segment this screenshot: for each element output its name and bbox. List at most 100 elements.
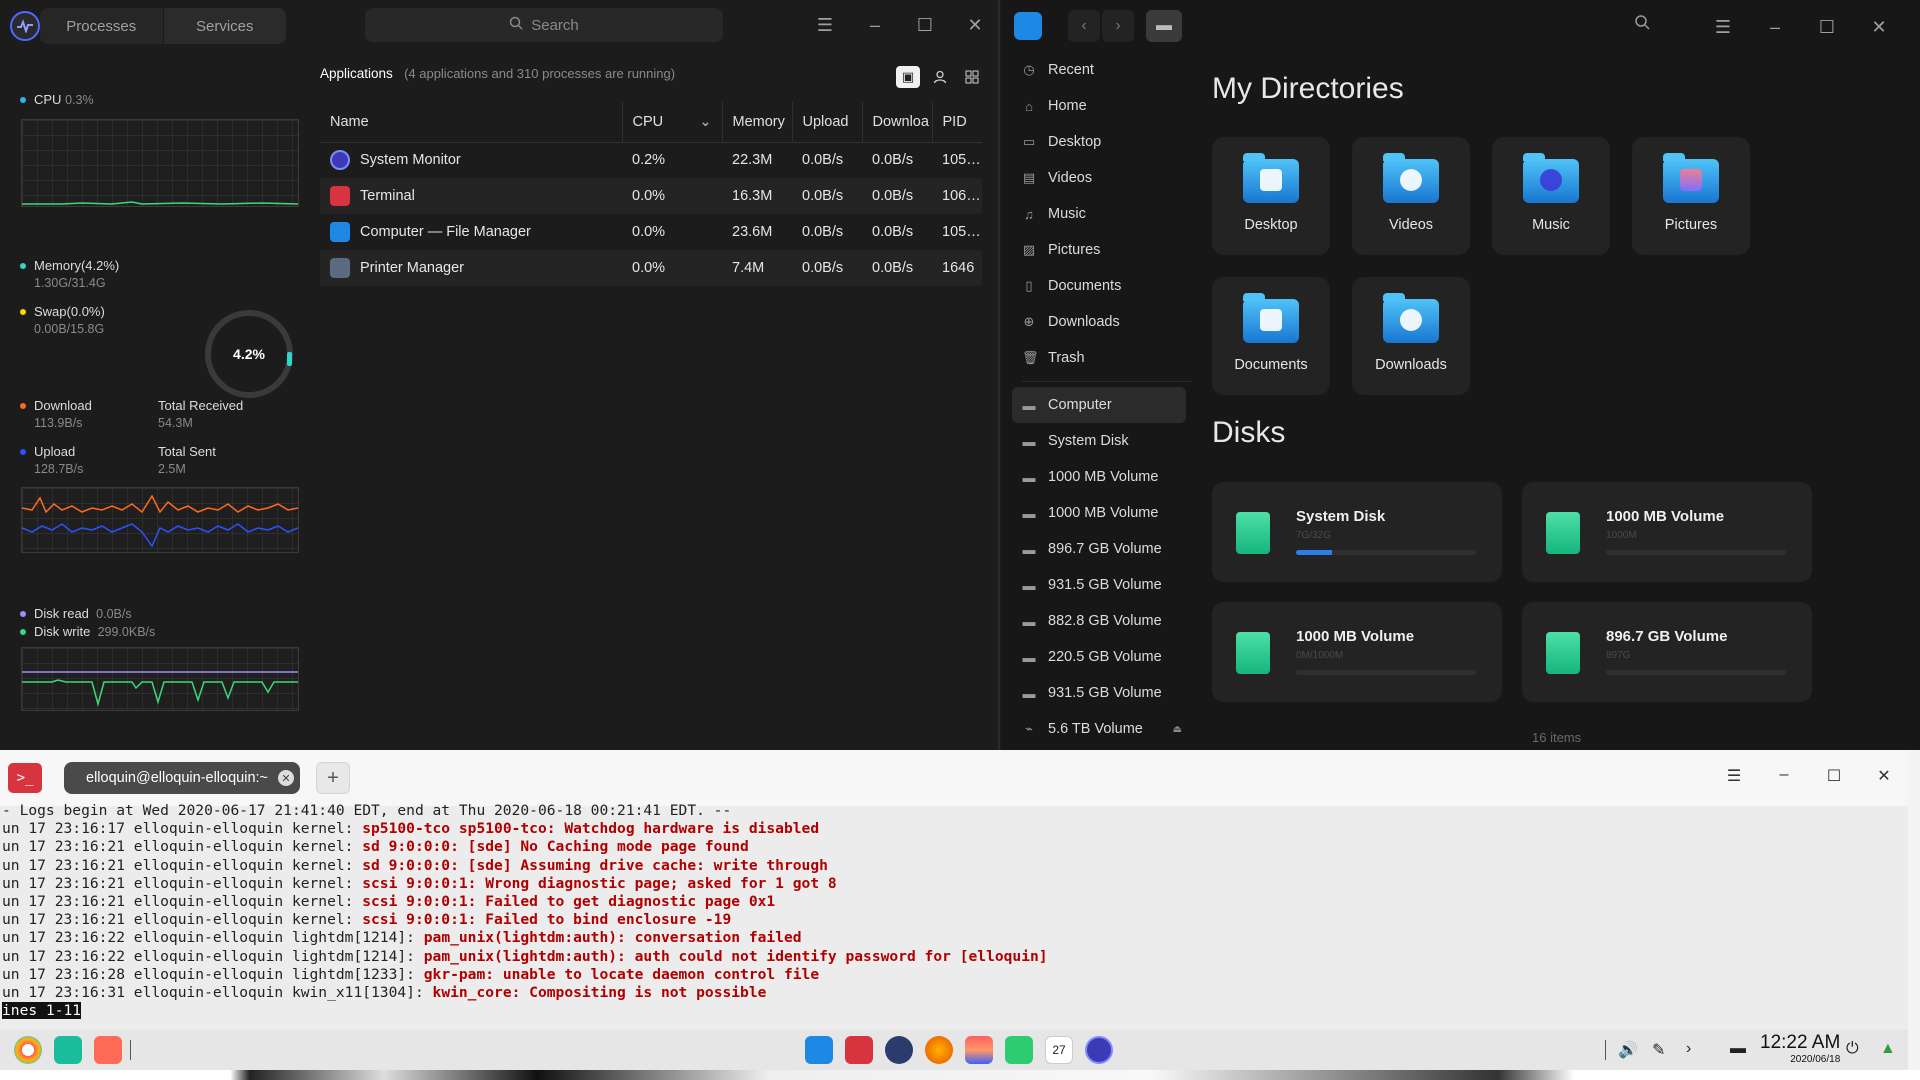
close-icon[interactable]: ✕ [950,14,1000,36]
picture-icon: ▨ [1022,242,1036,257]
clock[interactable]: 12:22 AM 2020/06/18 [1760,1032,1840,1065]
close-icon[interactable]: ✕ [1859,766,1909,786]
all-processes-icon[interactable] [960,66,984,88]
disk-card-volume[interactable]: 896.7 GB Volume 897G [1522,602,1812,702]
terminal-titlebar: >_ elloquin@elloquin-elloquin:~ ✕ + ☰ – … [0,750,1908,806]
keyboard-icon[interactable]: ▬ [1730,1040,1746,1058]
sidebar-item-volume[interactable]: ▬ 1000 MB Volume [1012,495,1186,531]
search-input[interactable]: Search [365,8,723,42]
back-chevron-icon[interactable]: ‹ [1068,10,1100,42]
sidebar-item-desktop[interactable]: ▭ Desktop [1012,124,1186,160]
terminal-line: - Logs begin at Wed 2020-06-17 21:41:40 … [2,802,1048,820]
forward-chevron-icon[interactable]: › [1102,10,1134,42]
sidebar-item-trash[interactable]: 🗑 Trash [1012,340,1186,376]
tab-processes[interactable]: Processes [40,8,163,44]
directory-downloads[interactable]: Downloads [1352,277,1470,395]
sidebar-item-volume[interactable]: ▬ 882.8 GB Volume [1012,603,1186,639]
eject-icon[interactable]: ⏏ [1173,724,1182,735]
terminal-tab[interactable]: elloquin@elloquin-elloquin:~ ✕ [64,762,300,794]
sidebar-item-music[interactable]: ♫ Music [1012,196,1186,232]
maximize-icon[interactable]: ☐ [1809,766,1859,786]
terminal-dock-icon[interactable] [845,1036,873,1064]
sidebar-item-recent[interactable]: ◷ Recent [1012,52,1186,88]
table-row[interactable]: Printer Manager 0.0% 7.4M 0.0B/s 0.0B/s … [320,250,982,286]
terminal-icon [330,186,350,206]
minimize-icon[interactable]: – [1759,766,1809,786]
sidebar-item-volume[interactable]: ▬ 896.7 GB Volume [1012,531,1186,567]
apps-summary: (4 applications and 310 processes are ru… [404,66,676,81]
trash-icon: 🗑 [1022,350,1039,365]
computer-location-icon[interactable]: ▬ [1146,10,1182,42]
maximize-icon[interactable]: ☐ [900,14,950,36]
multitasking-icon[interactable] [54,1036,82,1064]
image-viewer-dock-icon[interactable] [965,1036,993,1064]
sidebar-item-volume[interactable]: ▬ 931.5 GB Volume [1012,567,1186,603]
system-monitor-dock-icon[interactable] [1085,1036,1113,1064]
column-memory[interactable]: Memory [721,102,792,143]
column-name[interactable]: Name [320,102,622,143]
disk-size: 0M/1000M [1296,650,1344,661]
sidebar-item-computer[interactable]: ▬ Computer [1012,387,1186,423]
workspace-icon[interactable] [94,1036,122,1064]
menu-icon[interactable]: ☰ [1709,766,1759,786]
sidebar-item-downloads[interactable]: ⊕ Downloads [1012,304,1186,340]
column-cpu[interactable]: CPU ⌄ [621,102,722,143]
my-processes-icon[interactable] [928,66,952,88]
maximize-icon[interactable]: ☐ [1801,16,1853,38]
menu-icon[interactable]: ☰ [800,14,850,36]
power-icon[interactable]: ⏻ [1846,1040,1859,1058]
close-tab-icon[interactable]: ✕ [278,770,294,786]
launcher-icon[interactable] [14,1036,42,1064]
process-upload: 0.0B/s [792,178,862,214]
table-row[interactable]: Terminal 0.0% 16.3M 0.0B/s 0.0B/s 106… [320,178,982,214]
disk-card-volume[interactable]: 1000 MB Volume 0M/1000M [1212,602,1502,702]
sidebar-item-volume[interactable]: ▬ 1000 MB Volume [1012,459,1186,495]
sidebar-item-videos[interactable]: ▤ Videos [1012,160,1186,196]
sidebar-item-system-disk[interactable]: ▬ System Disk [1012,423,1186,459]
terminal-output[interactable]: - Logs begin at Wed 2020-06-17 21:41:40 … [2,802,1048,1020]
new-tab-button[interactable]: + [316,762,350,794]
directory-documents[interactable]: Documents [1212,277,1330,395]
pen-icon[interactable]: ✎ [1652,1040,1665,1060]
settings-dock-icon[interactable] [885,1036,913,1064]
volume-icon[interactable]: 🔊 [1618,1040,1638,1060]
process-cpu: 0.0% [622,250,722,286]
column-pid[interactable]: PID [931,102,982,143]
music-dock-icon[interactable] [1005,1036,1033,1064]
column-upload[interactable]: Upload [791,102,862,143]
directory-desktop[interactable]: Desktop [1212,137,1330,255]
sidebar-item-documents[interactable]: ▯ Documents [1012,268,1186,304]
directory-videos[interactable]: Videos [1352,137,1470,255]
firefox-dock-icon[interactable] [925,1036,953,1064]
search-icon[interactable] [1634,14,1650,35]
process-memory: 22.3M [732,152,773,169]
table-row[interactable]: Computer — File Manager 0.0% 23.6M 0.0B/… [320,214,982,250]
directory-pictures[interactable]: Pictures [1632,137,1750,255]
sidebar-item-label: Music [1048,206,1086,222]
disk-card-system[interactable]: System Disk 7G/32G [1212,482,1502,582]
column-download[interactable]: Downloa [861,102,932,143]
process-upload: 0.0B/s [792,250,862,286]
disk-card-volume[interactable]: 1000 MB Volume 1000M [1522,482,1812,582]
minimize-icon[interactable]: – [850,14,900,36]
applications-view-icon[interactable]: ▣ [896,66,920,88]
music-icon: ♫ [1024,206,1034,222]
minimize-icon[interactable]: – [1749,16,1801,38]
disk-icon: ▬ [1022,685,1036,701]
sidebar-item-home[interactable]: ⌂ Home [1012,88,1186,124]
menu-icon[interactable]: ☰ [1697,16,1749,38]
tray-expand-chevron-icon[interactable]: › [1686,1040,1691,1058]
log-prefix: - Logs begin at Wed 2020-06-17 21:41:40 … [2,802,732,819]
calendar-dock-icon[interactable]: 27 [1045,1036,1073,1064]
tab-services[interactable]: Services [162,8,287,44]
directory-music[interactable]: Music [1492,137,1610,255]
sidebar-item-volume[interactable]: ▬ 220.5 GB Volume [1012,639,1186,675]
close-icon[interactable]: ✕ [1853,16,1905,38]
process-memory: 7.4M [722,250,792,286]
sidebar-item-pictures[interactable]: ▨ Pictures [1012,232,1186,268]
notification-icon[interactable]: ▲ [1880,1040,1896,1058]
file-manager-dock-icon[interactable] [805,1036,833,1064]
table-row[interactable]: System Monitor 0.2% 22.3M 0.0B/s 0.0B/s … [320,142,982,178]
sidebar-item-usb-volume[interactable]: ⌁ 5.6 TB Volume ⏏ [1012,711,1186,747]
sidebar-item-volume[interactable]: ▬ 931.5 GB Volume [1012,675,1186,711]
